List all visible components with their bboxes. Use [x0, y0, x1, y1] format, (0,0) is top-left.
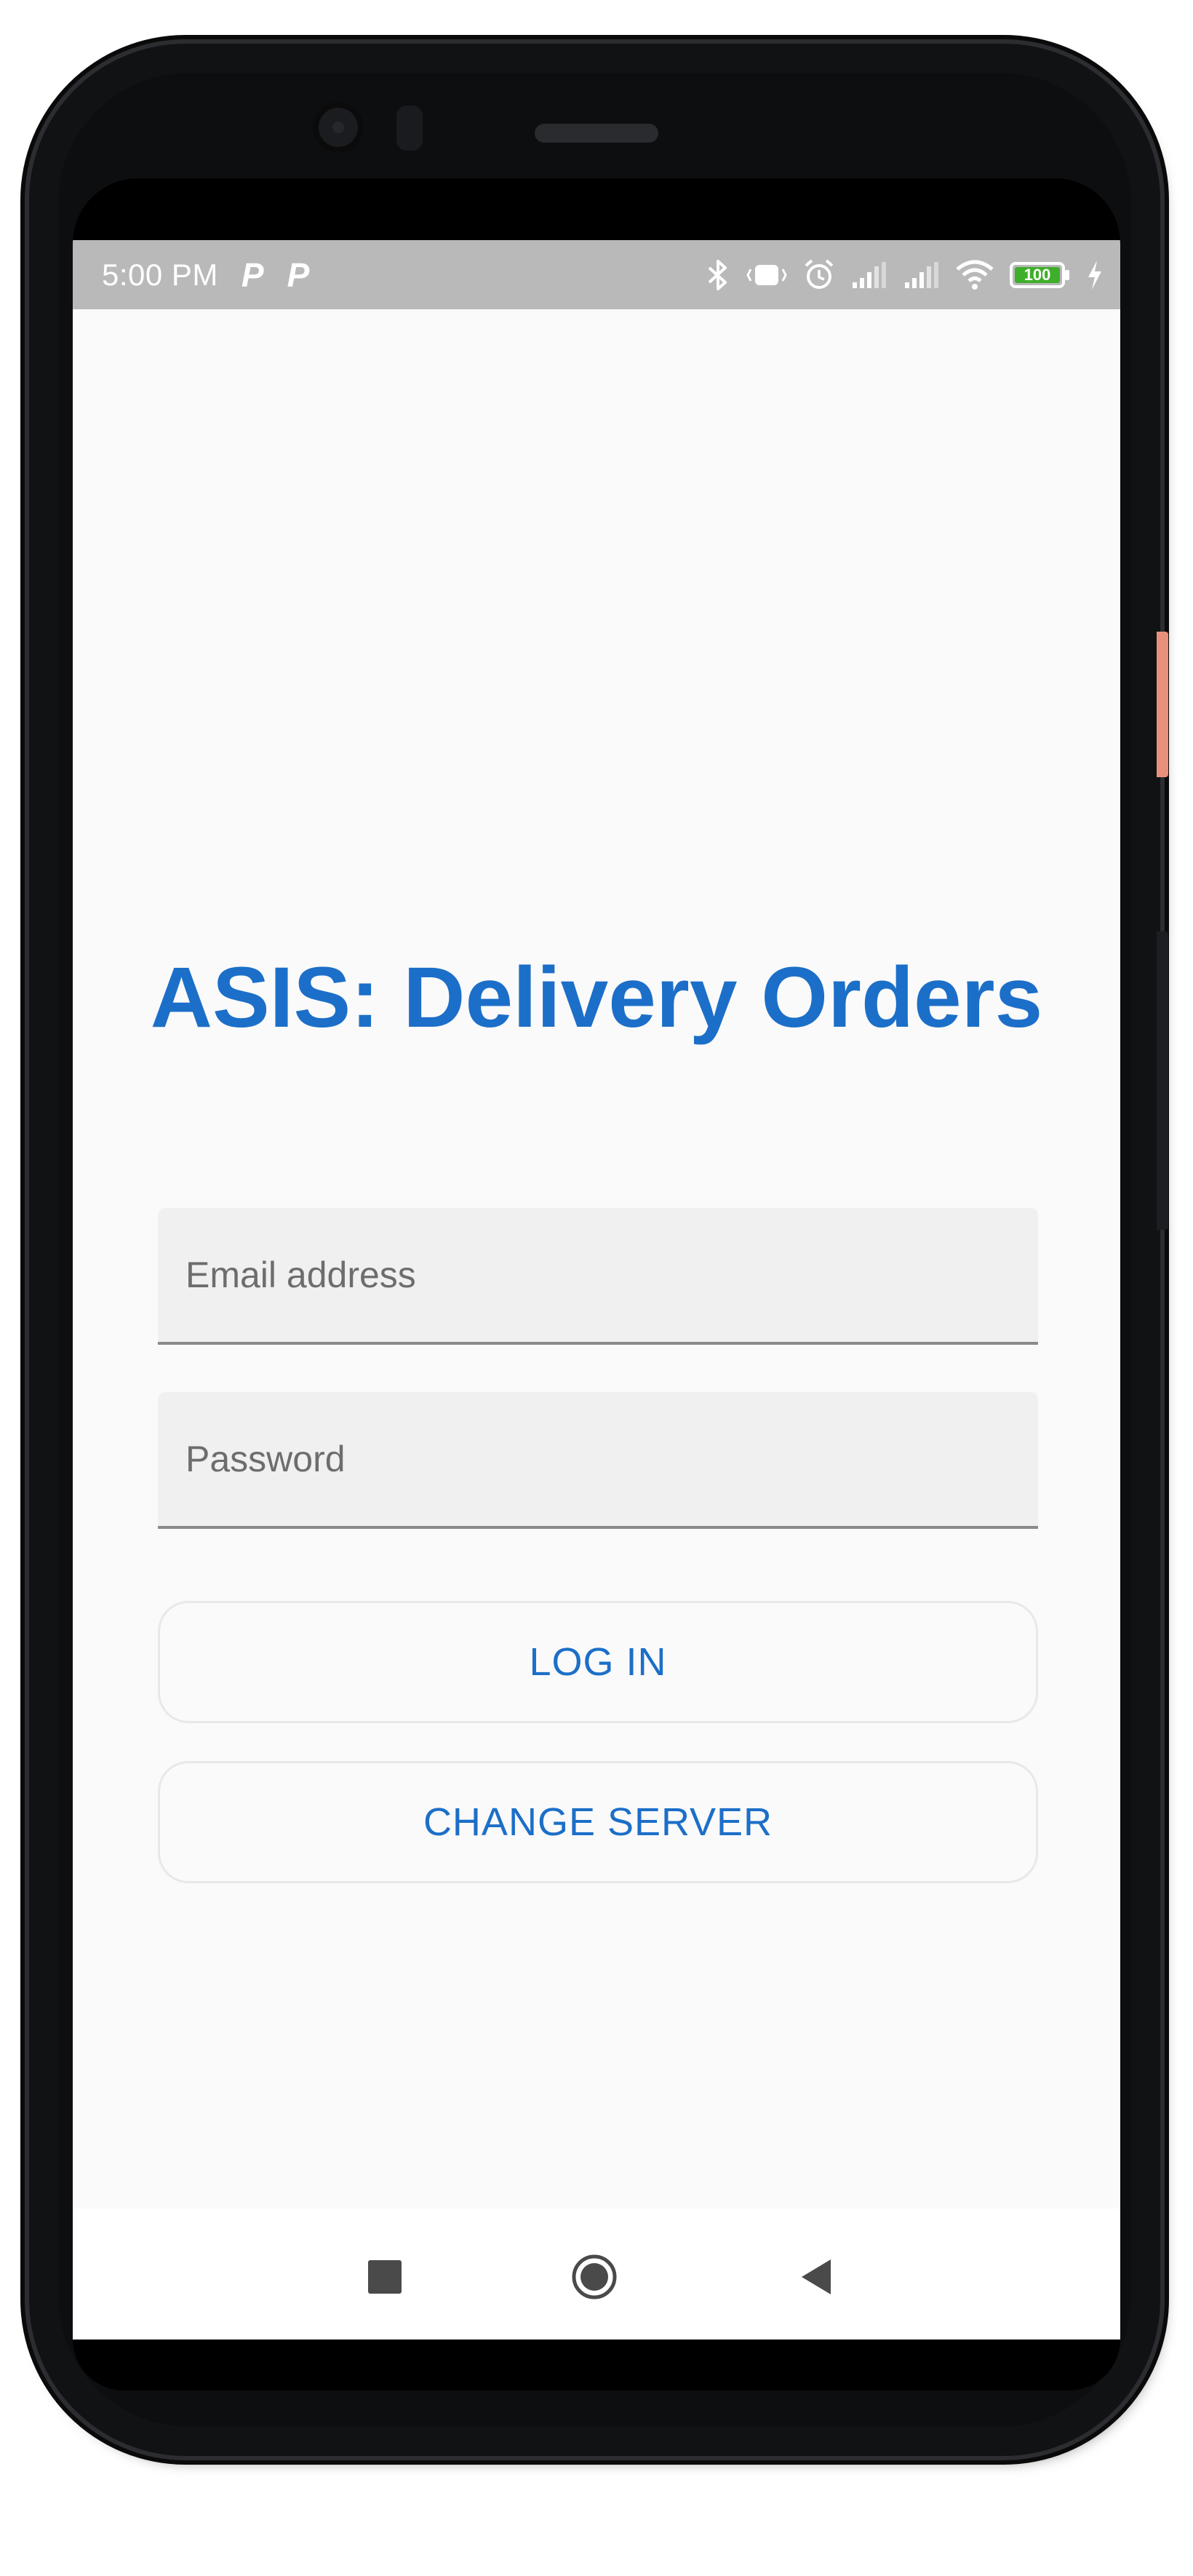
login-screen: ASIS: Delivery Orders LOG IN CHANGE SERV…	[73, 309, 1120, 2209]
password-field[interactable]	[158, 1392, 1038, 1529]
password-input[interactable]	[185, 1392, 1008, 1526]
charging-icon	[1088, 260, 1101, 290]
email-field[interactable]	[158, 1208, 1038, 1345]
phone-chin	[73, 2340, 1120, 2390]
status-bar: 5:00 PM P P 100	[73, 240, 1120, 309]
screen-notch-area	[73, 178, 1120, 240]
status-icons: 100	[706, 258, 1104, 292]
signal-icon	[905, 261, 938, 288]
wifi-icon	[956, 260, 994, 290]
proximity-sensor	[396, 106, 423, 151]
email-input[interactable]	[185, 1208, 1008, 1342]
notification-icon: P	[241, 255, 264, 294]
recent-apps-icon[interactable]	[362, 2254, 408, 2300]
app-title: ASIS: Delivery Orders	[150, 950, 1043, 1046]
vibrate-icon	[746, 264, 787, 285]
front-camera	[313, 102, 364, 153]
battery-icon: 100	[1010, 261, 1071, 289]
signal-icon	[853, 261, 886, 288]
bluetooth-icon	[708, 259, 727, 290]
battery-level: 100	[1024, 265, 1051, 284]
back-icon[interactable]	[793, 2254, 839, 2300]
change-server-button[interactable]: CHANGE SERVER	[158, 1761, 1038, 1883]
power-button[interactable]	[1157, 632, 1168, 777]
volume-button[interactable]	[1157, 931, 1168, 1230]
navigation-bar	[73, 2209, 1120, 2340]
alarm-icon	[805, 258, 834, 289]
notification-icon: P	[287, 255, 310, 294]
device-screen: 5:00 PM P P 100 ASIS: Delivery Orders Em…	[73, 178, 1120, 2340]
login-button[interactable]: LOG IN	[158, 1601, 1038, 1723]
status-time: 5:00 PM	[102, 257, 218, 292]
earpiece-speaker	[535, 124, 658, 143]
home-icon[interactable]	[571, 2254, 618, 2300]
